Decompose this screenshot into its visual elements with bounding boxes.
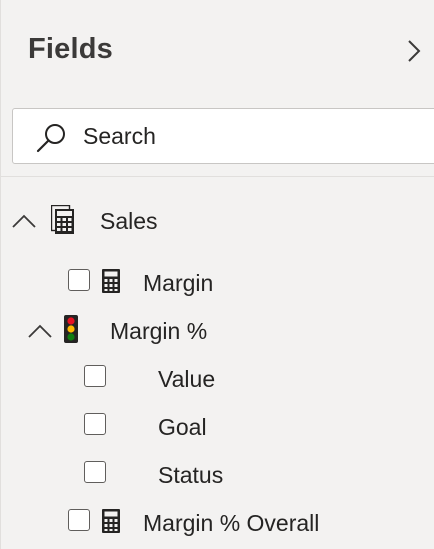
field-margin-pct-overall[interactable]: Margin % Overall (0, 502, 434, 542)
chevron-up-icon[interactable] (11, 210, 37, 230)
search-input[interactable] (83, 109, 423, 163)
fields-pane: Fields Search Sales Margin Margin % Valu… (0, 0, 434, 549)
field-checkbox[interactable] (84, 461, 106, 483)
kpi-child-goal[interactable]: Goal (0, 406, 434, 446)
search-icon (36, 124, 65, 153)
pane-title: Fields (28, 33, 113, 65)
field-label: Margin % Overall (143, 510, 320, 536)
collapse-pane-button[interactable] (400, 35, 428, 67)
field-margin-pct-kpi[interactable]: Margin % (0, 310, 434, 350)
field-checkbox[interactable] (68, 509, 90, 531)
field-checkbox[interactable] (84, 365, 106, 387)
traffic-light-kpi-icon (64, 315, 78, 343)
divider (0, 176, 434, 177)
field-margin[interactable]: Margin (0, 262, 434, 302)
field-label: Margin (143, 270, 214, 296)
calculator-icon (102, 509, 120, 533)
field-label: Status (158, 462, 224, 488)
chevron-right-icon (408, 40, 421, 62)
table-calculator-icon (51, 205, 74, 234)
field-label: Value (158, 366, 216, 392)
field-label: Margin % (110, 318, 208, 344)
tree-table-sales[interactable]: Sales (0, 200, 434, 240)
chevron-up-icon[interactable] (27, 320, 53, 340)
kpi-child-value[interactable]: Value (0, 358, 434, 398)
table-label: Sales (100, 208, 158, 234)
kpi-child-status[interactable]: Status (0, 454, 434, 494)
calculator-icon (102, 269, 120, 293)
fields-pane-header: Fields (0, 0, 434, 104)
field-checkbox[interactable] (84, 413, 106, 435)
search-box[interactable] (12, 108, 434, 164)
field-checkbox[interactable] (68, 269, 90, 291)
field-label: Goal (158, 414, 207, 440)
